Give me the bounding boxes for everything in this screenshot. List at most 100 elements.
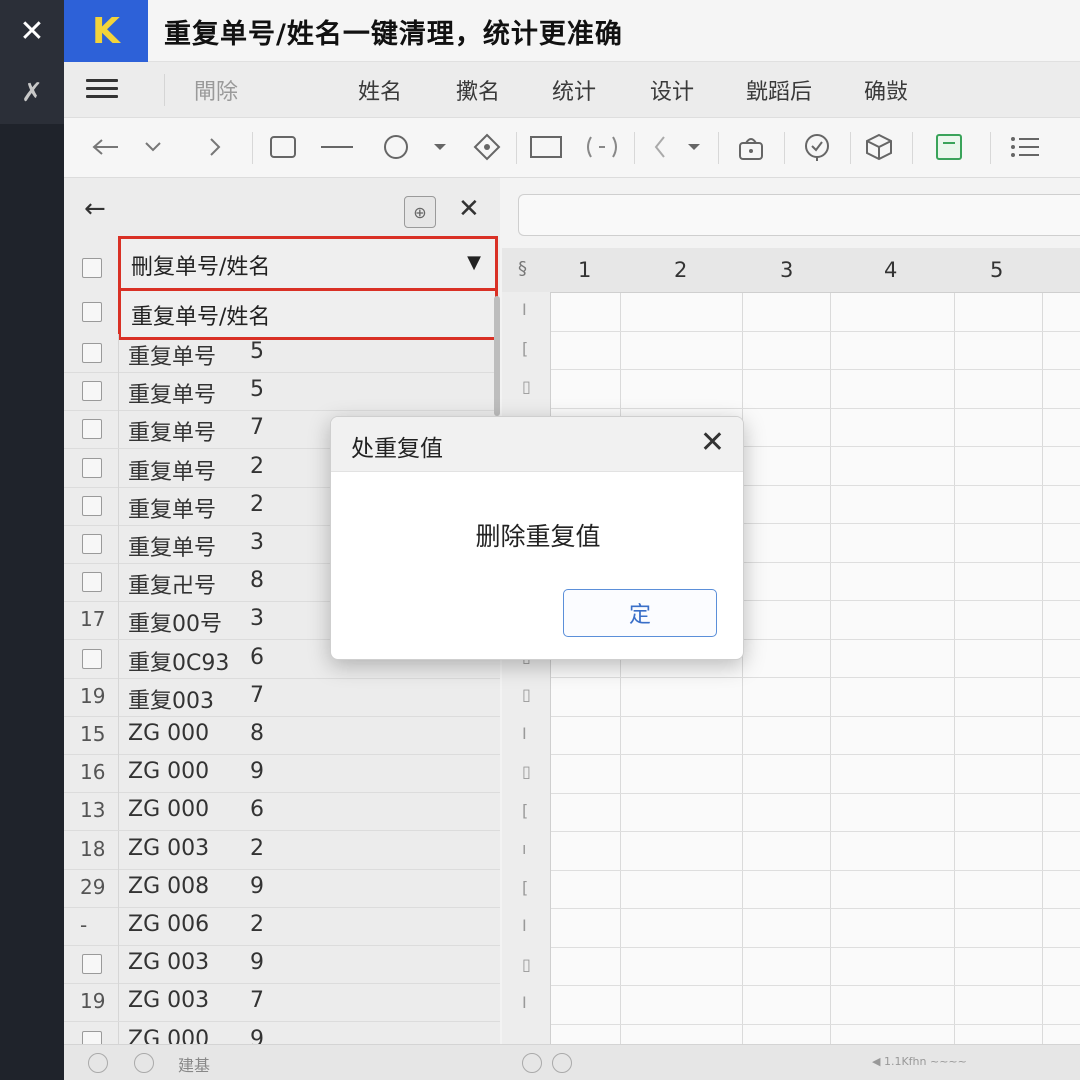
grid-row-line [502, 946, 1080, 948]
row-header-mark[interactable]: ▯ [522, 762, 531, 781]
row-checkbox[interactable] [82, 572, 102, 593]
green-square-icon[interactable] [934, 132, 964, 162]
toolbar-divider [912, 132, 913, 164]
menu-item[interactable]: 设计 [650, 74, 694, 106]
row-header-mark[interactable]: [ [522, 339, 528, 358]
list-item[interactable]: 15 ZG 000 8 [64, 716, 500, 755]
hamburger-menu-icon[interactable] [86, 74, 118, 104]
pointer-icon[interactable] [650, 132, 672, 162]
toolbar-divider [634, 132, 635, 164]
circle-icon[interactable] [382, 132, 410, 162]
menu-item[interactable]: 姓名 [358, 74, 402, 106]
row-header-mark[interactable]: I [522, 916, 527, 935]
sheet-tab-indicator[interactable]: ◀ 1.1Kfhn ~~~~ [872, 1055, 967, 1068]
column-divider [118, 486, 119, 525]
menu-bar: 閘除 姓名 擹名 统计 设计 皝蹈后 确敱 [64, 62, 1080, 118]
grid-row-line [502, 407, 1080, 409]
row-name: 重复00号 [128, 612, 222, 638]
dialog-close-icon[interactable]: ✕ [700, 425, 725, 460]
status-circle-icon[interactable] [88, 1053, 108, 1073]
dropdown-icon[interactable] [430, 132, 450, 162]
row-checkbox[interactable] [82, 457, 102, 478]
formula-input[interactable] [518, 194, 1080, 236]
header-checkbox[interactable] [82, 258, 102, 278]
row-checkbox[interactable] [82, 648, 102, 669]
row-count: 7 [250, 988, 264, 1014]
list-item[interactable]: - ZG 006 2 [64, 907, 500, 946]
box-icon[interactable] [528, 132, 564, 162]
dropdown-icon[interactable] [684, 132, 704, 162]
list-item[interactable]: 重复单号 5 [64, 334, 500, 373]
column-header-3[interactable]: 3 [780, 258, 793, 282]
pin-icon[interactable]: ✗ [0, 62, 64, 124]
list-item[interactable]: 16 ZG 000 9 [64, 754, 500, 794]
title-bar: K 重复单号/姓名一键清理，统计更准确 [64, 0, 1080, 62]
row-checkbox[interactable] [82, 381, 102, 402]
list-item[interactable]: 重复单号 5 [64, 372, 500, 412]
menu-item[interactable]: 统计 [552, 74, 596, 106]
panel-close-icon[interactable]: ✕ [458, 194, 480, 224]
back-arrow-icon[interactable]: ← [84, 194, 106, 224]
list-item[interactable]: 29 ZG 008 9 [64, 868, 500, 908]
row-checkbox[interactable] [82, 419, 102, 440]
row-header-mark[interactable]: ▯ [522, 377, 531, 396]
menu-item[interactable]: 皝蹈后 [746, 74, 812, 106]
menu-divider [164, 74, 165, 106]
column-header-4[interactable]: 4 [884, 258, 897, 282]
status-settings-icon[interactable] [134, 1053, 154, 1073]
menu-item[interactable]: 确敱 [864, 74, 908, 106]
brackets-icon[interactable] [582, 132, 622, 162]
status-settings-icon[interactable] [552, 1053, 572, 1073]
row-header-mark[interactable]: [ [522, 878, 528, 897]
list-item[interactable]: 13 ZG 000 6 [64, 792, 500, 832]
column-header-bar: § 1 2 3 4 5 [502, 248, 1080, 293]
status-bar: 建基 ◀ 1.1Kfhn ~~~~ [64, 1044, 1080, 1080]
diamond-icon[interactable] [472, 132, 502, 162]
row-header-mark[interactable]: I [522, 993, 527, 1012]
column-header-2[interactable]: 2 [674, 258, 687, 282]
row-checkbox[interactable] [82, 954, 102, 975]
menu-item[interactable]: 擹名 [456, 74, 500, 106]
row-header-mark[interactable]: [ [522, 801, 528, 820]
row-checkbox[interactable] [82, 534, 102, 554]
row-name: ZG 003 [128, 950, 210, 976]
row-count: 2 [250, 835, 264, 861]
list-item[interactable]: ZG 003 9 [64, 945, 500, 985]
select-all-corner[interactable]: § [518, 258, 527, 279]
row-header-mark[interactable]: ▯ [522, 955, 531, 974]
row-checkbox[interactable] [82, 343, 102, 363]
line-icon[interactable] [318, 132, 356, 162]
column-divider [118, 639, 119, 678]
row-header-mark[interactable]: I [522, 300, 527, 319]
list-item[interactable]: 19 重复003 7 [64, 677, 500, 717]
list-item[interactable]: 19 ZG 003 7 [64, 983, 500, 1023]
confirm-button[interactable]: 定 [563, 589, 717, 637]
field-dropdown[interactable]: 刪复单号/姓名 ▼ [118, 236, 498, 292]
arrow-left-icon[interactable] [88, 132, 122, 162]
column-header[interactable]: 重复单号/姓名 [118, 288, 498, 340]
arrow-right-icon[interactable] [202, 132, 228, 162]
list-item[interactable]: 18 ZG 003 2 [64, 830, 500, 870]
subheader-checkbox[interactable] [82, 302, 102, 322]
scrollbar[interactable] [494, 296, 500, 416]
column-header-1[interactable]: 1 [578, 258, 591, 282]
menu-item[interactable]: 閘除 [194, 74, 238, 106]
rectangle-icon[interactable] [266, 132, 300, 162]
column-header-5[interactable]: 5 [990, 258, 1003, 282]
cube-icon[interactable] [864, 132, 898, 162]
row-checkbox[interactable] [82, 495, 102, 516]
list-icon[interactable] [1008, 132, 1042, 162]
row-header-mark[interactable]: I [522, 724, 527, 743]
status-circle-icon[interactable] [522, 1053, 542, 1073]
row-name: 重复单号 [128, 459, 217, 485]
row-name: ZG 000 [128, 759, 210, 785]
chevron-down-icon[interactable] [140, 132, 166, 162]
lock-icon[interactable] [734, 132, 768, 162]
row-header-mark[interactable]: ı [522, 839, 526, 858]
refresh-icon[interactable] [800, 132, 834, 162]
row-name: 重复单号 [128, 421, 217, 447]
dropdown-arrow-icon[interactable]: ▼ [467, 252, 481, 273]
close-window-icon[interactable]: ✕ [0, 0, 64, 62]
globe-icon[interactable]: ⊕ [404, 196, 436, 228]
row-header-mark[interactable]: ▯ [522, 685, 531, 704]
